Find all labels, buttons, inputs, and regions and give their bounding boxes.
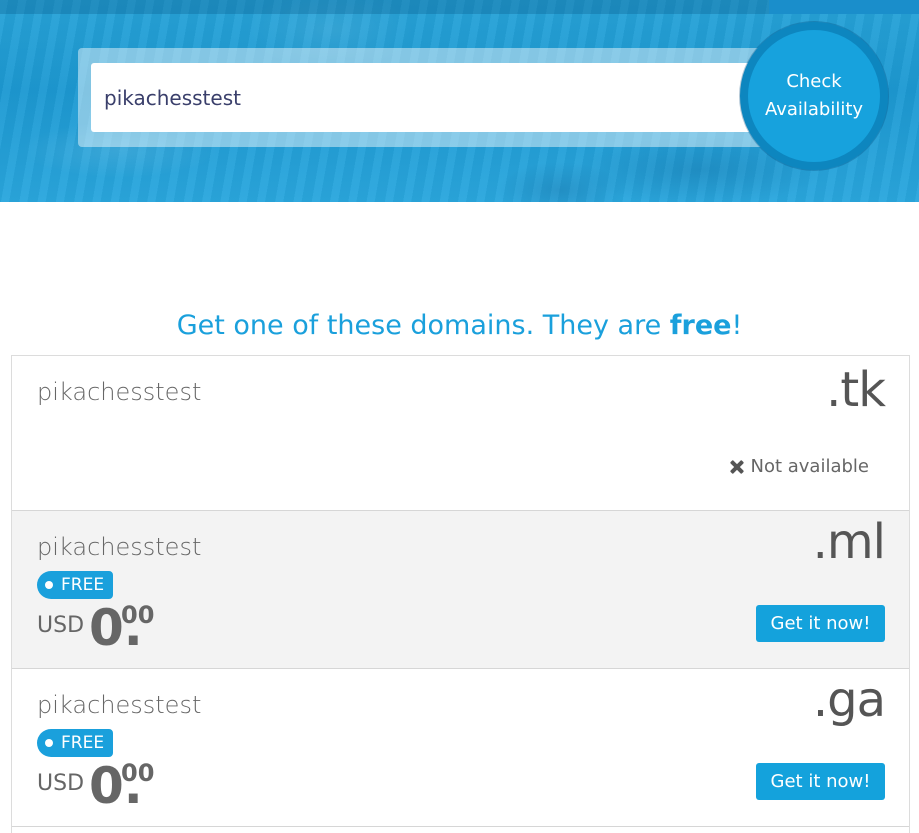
price: USD 0. 00 — [37, 599, 167, 659]
domain-results-list: pikachesstest .tk Not available pikaches… — [11, 355, 910, 833]
price-currency: USD — [37, 613, 85, 638]
heading-suffix: ! — [731, 310, 743, 341]
domain-row-ml: pikachesstest .ml FREE USD 0. 00 Get it … — [12, 511, 909, 669]
domain-name: pikachesstest — [37, 533, 202, 561]
heading-prefix: Get one of these domains. They are — [176, 310, 670, 341]
domain-tld: .tk — [826, 362, 886, 418]
get-it-now-button[interactable]: Get it now! — [756, 763, 885, 800]
price-decimal: 00 — [121, 601, 155, 629]
dot-icon — [45, 739, 53, 747]
status-text: Not available — [750, 456, 869, 477]
top-bar — [0, 0, 919, 14]
domain-search-input[interactable] — [91, 63, 763, 132]
top-bar-right — [769, 0, 919, 14]
search-box — [78, 48, 778, 147]
domain-name: pikachesstest — [37, 378, 202, 406]
check-availability-label-1: Check — [786, 71, 842, 92]
free-badge-label: FREE — [61, 575, 105, 595]
price: USD 0. 00 — [37, 757, 167, 817]
get-it-now-button[interactable]: Get it now! — [756, 605, 885, 642]
free-domains-heading: Get one of these domains. They are free! — [0, 310, 919, 341]
price-currency: USD — [37, 771, 85, 796]
check-availability-button[interactable]: Check Availability — [740, 22, 888, 170]
check-availability-label-2: Availability — [764, 99, 864, 120]
close-icon — [730, 460, 744, 474]
dot-icon — [45, 581, 53, 589]
heading-emphasis: free — [669, 310, 732, 341]
domain-tld: .ga — [812, 672, 886, 728]
free-badge: FREE — [37, 571, 114, 599]
domain-row-tk: pikachesstest .tk Not available — [12, 356, 909, 511]
domain-tld: .ml — [812, 514, 886, 570]
price-decimal: 00 — [121, 759, 155, 787]
free-badge-label: FREE — [61, 733, 105, 753]
free-badge: FREE — [37, 729, 114, 757]
domain-name: pikachesstest — [37, 691, 202, 719]
domain-row-ga: pikachesstest .ga FREE USD 0. 00 Get it … — [12, 669, 909, 827]
status-not-available: Not available — [730, 456, 869, 477]
